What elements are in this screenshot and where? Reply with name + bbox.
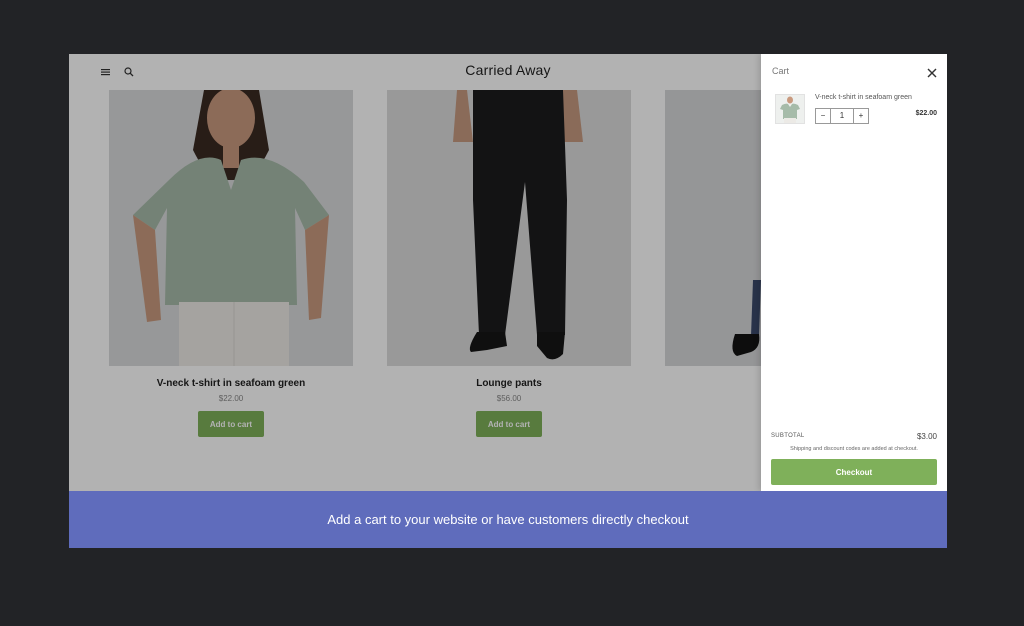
checkout-button[interactable]: Checkout <box>771 459 937 485</box>
product-price: $22.00 <box>218 394 244 403</box>
increase-quantity-button[interactable]: + <box>854 109 868 123</box>
product-name[interactable]: Lounge pants <box>387 378 631 389</box>
cart-item-name[interactable]: V-neck t-shirt in seafoam green <box>815 94 912 101</box>
cart-item-price: $22.00 <box>915 110 937 117</box>
subtotal-label: SUBTOTAL <box>771 433 805 439</box>
product-name[interactable]: V-neck t-shirt in seafoam green <box>109 378 353 389</box>
cart-item-thumbnail[interactable] <box>775 94 805 124</box>
storefront: Carried Away V-neck t-shirt in seafoam g… <box>69 54 947 491</box>
promo-banner: Add a cart to your website or have custo… <box>69 491 947 548</box>
cart-title: Cart <box>772 66 790 76</box>
cart-line-item: V-neck t-shirt in seafoam green − 1 + $2… <box>775 94 937 124</box>
quantity-stepper: − 1 + <box>815 108 869 124</box>
add-to-cart-button[interactable]: Add to cart <box>198 411 264 437</box>
banner-text: Add a cart to your website or have custo… <box>327 512 689 527</box>
cart-drawer: Cart V-neck t-shirt in seafoam green − 1 <box>761 54 947 491</box>
product-card[interactable]: Lounge pants $56.00 Add to cart <box>387 90 631 437</box>
close-icon[interactable] <box>925 66 939 80</box>
product-image-tshirt[interactable] <box>109 90 353 366</box>
decrease-quantity-button[interactable]: − <box>816 109 830 123</box>
product-price: $56.00 <box>496 394 522 403</box>
product-image-pants[interactable] <box>387 90 631 366</box>
shipping-note: Shipping and discount codes are added at… <box>790 446 918 452</box>
subtotal-value: $3.00 <box>916 432 937 441</box>
quantity-input[interactable]: 1 <box>830 109 854 123</box>
browser-frame: Carried Away V-neck t-shirt in seafoam g… <box>69 54 947 548</box>
product-card[interactable]: V-neck t-shirt in seafoam green $22.00 A… <box>109 90 353 437</box>
add-to-cart-button[interactable]: Add to cart <box>476 411 542 437</box>
